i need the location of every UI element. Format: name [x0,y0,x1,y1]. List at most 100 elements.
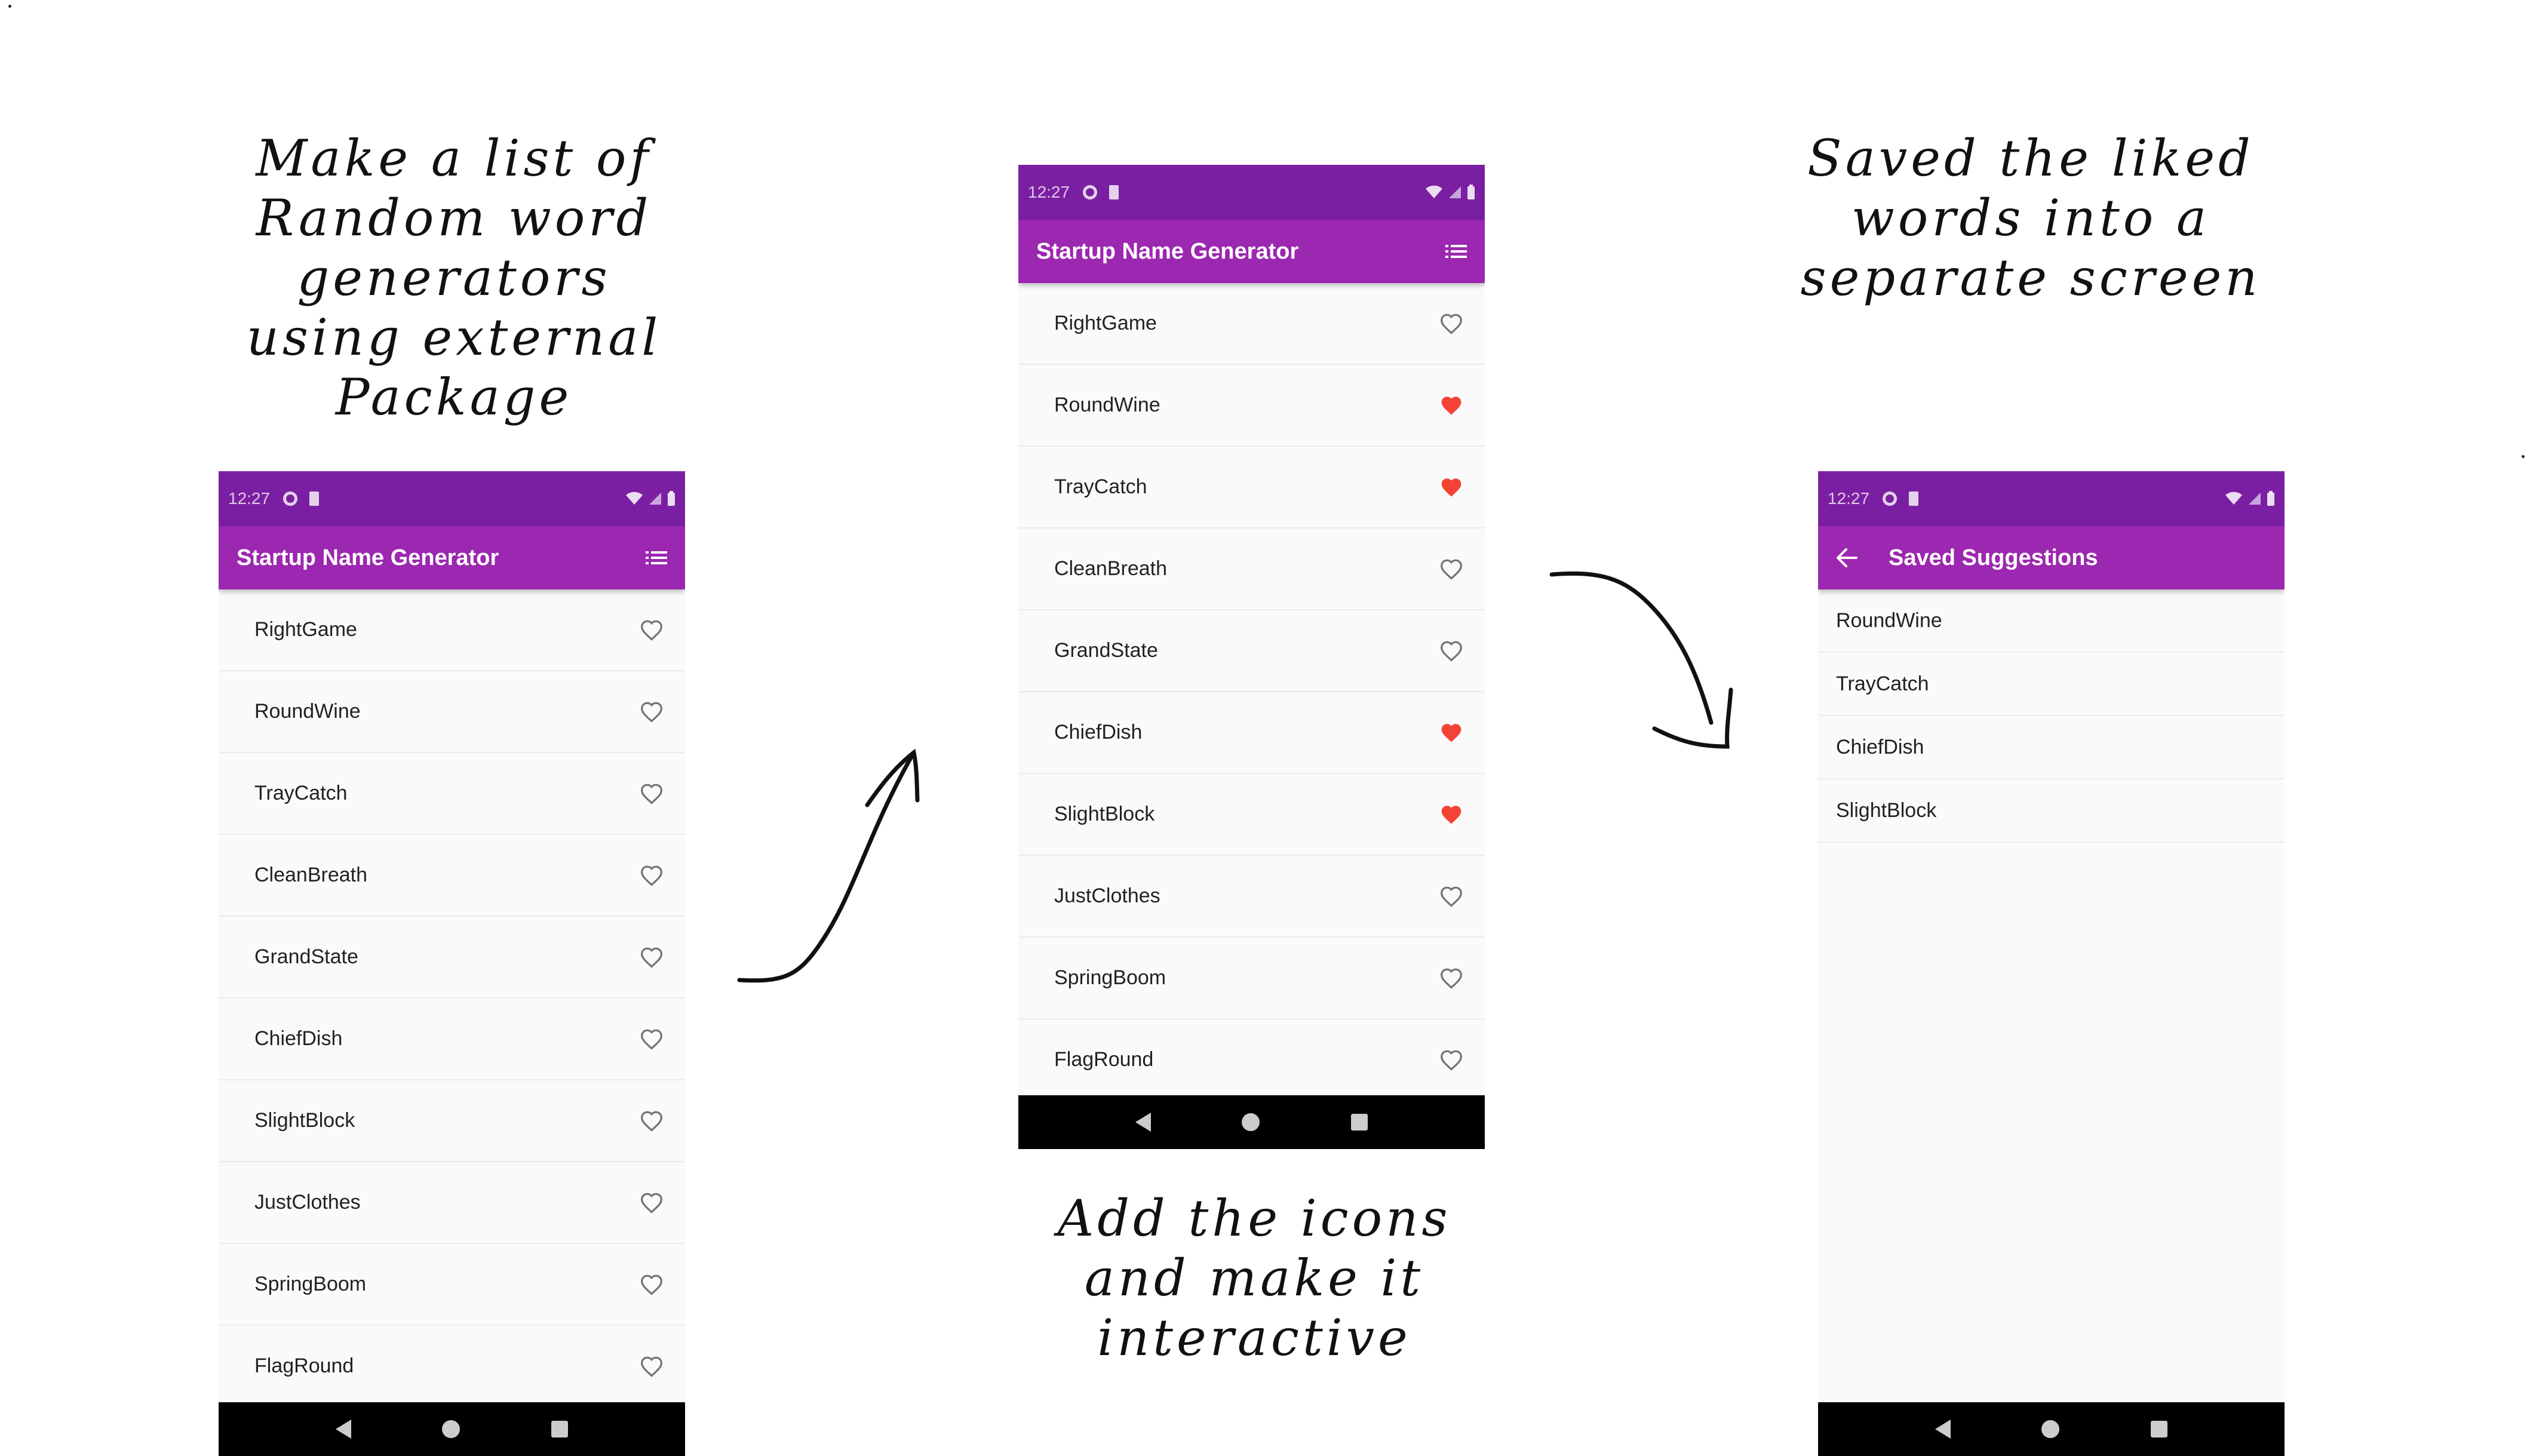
app-bar: Startup Name Generator [1018,220,1485,283]
wifi-icon [1426,185,1442,198]
sync-status-icon [283,492,298,506]
status-bar: 12:27 [1018,165,1485,220]
system-nav-bar [219,1402,685,1456]
list-item[interactable]: JustClothes [1018,856,1485,938]
list-item[interactable]: GrandState [1018,610,1485,692]
word-label: SpringBoom [254,1273,367,1295]
list-item[interactable]: FlagRound [219,1326,685,1408]
word-label: RightGame [1054,312,1157,334]
word-label: CleanBreath [1054,557,1168,580]
list-item[interactable]: TrayCatch [1018,447,1485,529]
heart-outline-icon[interactable] [640,1192,664,1214]
signal-icon [1449,186,1461,198]
stray-mark [2522,455,2525,458]
heart-outline-icon[interactable] [640,1028,664,1050]
heart-outline-icon[interactable] [1439,558,1463,580]
phone-screen-saved: 12:27 Saved Suggestions RoundWine TrayCat… [1818,471,2285,1456]
list-item[interactable]: JustClothes [219,1162,685,1244]
list-item[interactable]: ChiefDish [1018,692,1485,774]
heart-outline-icon[interactable] [1439,1049,1463,1071]
word-label: TrayCatch [254,782,348,804]
list-item[interactable]: SpringBoom [1018,938,1485,1019]
sync-status-icon [1083,185,1098,199]
nav-home-icon[interactable] [442,1420,460,1438]
nav-recents-icon[interactable] [1350,1114,1368,1131]
list-item[interactable]: RoundWine [219,671,685,753]
app-bar: Startup Name Generator [219,526,685,589]
list-item[interactable]: SlightBlock [219,1080,685,1162]
saved-item[interactable]: ChiefDish [1818,716,2285,779]
heart-outline-icon[interactable] [640,865,664,886]
sync-status-icon [1883,492,1898,506]
heart-outline-icon[interactable] [640,701,664,723]
system-nav-bar [1018,1095,1485,1149]
word-label: ChiefDish [1054,721,1143,744]
list-icon[interactable] [1445,242,1467,260]
signal-icon [649,493,661,505]
word-label: JustClothes [1054,884,1160,907]
status-bar: 12:27 [219,471,685,526]
signal-icon [2249,493,2261,505]
list-item[interactable]: SpringBoom [219,1244,685,1326]
list-item[interactable]: RightGame [219,589,685,671]
heart-filled-icon[interactable] [1439,804,1463,825]
word-label: GrandState [1054,639,1158,662]
saved-item[interactable]: RoundWine [1818,589,2285,653]
battery-icon [2267,491,2274,506]
nav-recents-icon[interactable] [2150,1421,2167,1437]
list-item[interactable]: RoundWine [1018,365,1485,447]
word-label: RoundWine [254,700,361,723]
heart-outline-icon[interactable] [640,1274,664,1295]
sd-card-icon [1909,492,1919,506]
nav-back-icon[interactable] [336,1420,352,1439]
word-label: SlightBlock [254,1109,355,1132]
phone-screen-generator: 12:27 Startup Name Generator RightGame Ro… [219,471,685,1456]
note-icons-interactive: Add the icons and make it interactive [1057,1189,1451,1367]
status-bar: 12:27 [1818,471,2285,526]
list-item[interactable]: ChiefDish [219,999,685,1080]
nav-recents-icon[interactable] [551,1421,568,1437]
status-time: 12:27 [1028,183,1070,201]
heart-filled-icon[interactable] [1439,722,1463,744]
sd-card-icon [1109,185,1119,199]
list-item[interactable]: RightGame [1018,283,1485,365]
nav-back-icon[interactable] [1135,1113,1152,1132]
list-item[interactable]: GrandState [219,917,685,999]
arrow-back-icon[interactable] [1836,548,1857,568]
word-label: JustClothes [254,1191,361,1214]
sd-card-icon [309,492,320,506]
heart-filled-icon[interactable] [1439,395,1463,416]
nav-home-icon[interactable] [1242,1113,1260,1131]
nav-home-icon[interactable] [2041,1420,2060,1438]
list-item[interactable]: CleanBreath [219,835,685,917]
list-item[interactable]: FlagRound [1018,1019,1485,1095]
wifi-icon [626,492,643,505]
word-label: ChiefDish [254,1027,343,1050]
heart-outline-icon[interactable] [640,619,664,641]
nav-back-icon[interactable] [1935,1420,1951,1439]
app-title: Startup Name Generator [237,545,499,570]
heart-outline-icon[interactable] [640,1356,664,1377]
battery-icon [668,491,675,506]
app-title: Saved Suggestions [1889,545,2098,570]
word-label: TrayCatch [1054,475,1147,498]
heart-outline-icon[interactable] [640,947,664,968]
stray-mark [8,5,11,8]
heart-outline-icon[interactable] [1439,886,1463,907]
saved-item[interactable]: SlightBlock [1818,779,2285,843]
note-list-generator: Make a list of Random word generators us… [246,129,662,426]
heart-outline-icon[interactable] [1439,640,1463,662]
heart-outline-icon[interactable] [640,1110,664,1132]
heart-outline-icon[interactable] [1439,313,1463,334]
list-item[interactable]: TrayCatch [219,753,685,835]
list-item[interactable]: CleanBreath [1018,529,1485,610]
saved-item[interactable]: TrayCatch [1818,653,2285,716]
heart-filled-icon[interactable] [1439,477,1463,498]
phone-screen-liked: 12:27 Startup Name Generator RightGame Ro… [1018,165,1485,1150]
list-item[interactable]: SlightBlock [1018,774,1485,856]
heart-outline-icon[interactable] [1439,967,1463,989]
saved-list: RoundWine TrayCatch ChiefDish SlightBlock [1818,589,2285,843]
app-bar: Saved Suggestions [1818,526,2285,589]
list-icon[interactable] [646,549,667,567]
heart-outline-icon[interactable] [640,783,664,804]
